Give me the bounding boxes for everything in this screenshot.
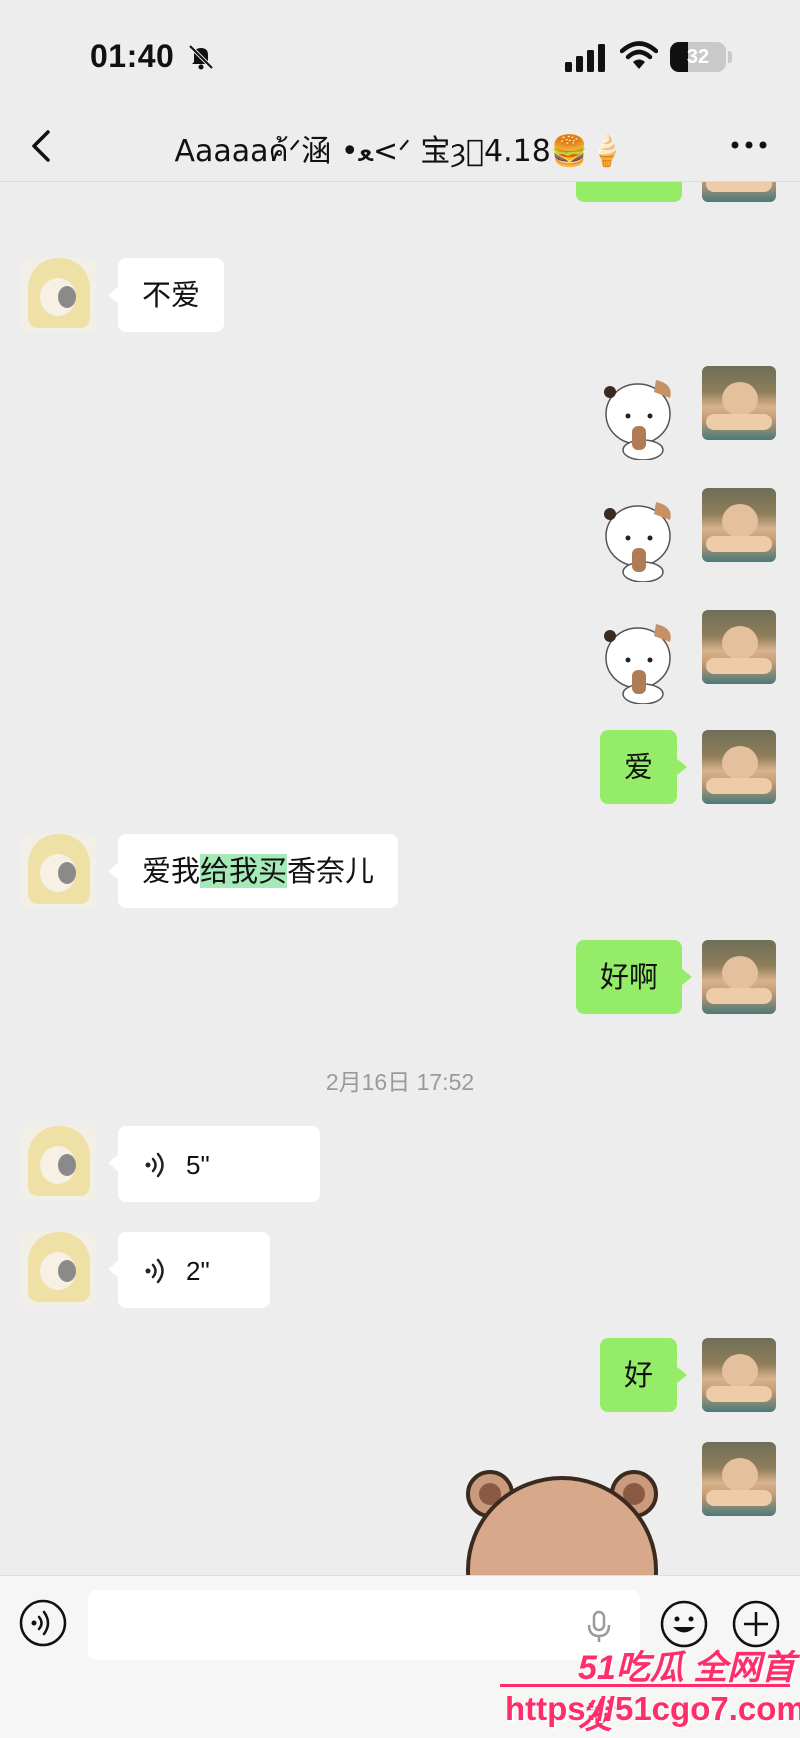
- avatar-eye: [58, 1154, 76, 1176]
- avatar[interactable]: [702, 610, 776, 684]
- avatar[interactable]: [702, 488, 776, 562]
- message-bubble[interactable]: 好啊: [576, 940, 693, 1014]
- avatar-arm: [706, 988, 772, 1004]
- avatar-eye: [58, 862, 76, 884]
- avatar-arm: [706, 658, 772, 674]
- message-input[interactable]: [88, 1590, 640, 1660]
- bell-off-icon: [188, 44, 214, 70]
- avatar[interactable]: [702, 730, 776, 804]
- message-bubble[interactable]: 好: [600, 1338, 688, 1412]
- battery-percentage: 32: [686, 46, 710, 68]
- status-time: 01:40: [90, 38, 175, 74]
- avatar[interactable]: [22, 834, 96, 908]
- avatar[interactable]: [702, 1338, 776, 1412]
- avatar[interactable]: [22, 1126, 96, 1200]
- microphone-icon[interactable]: [584, 1610, 614, 1644]
- avatar-face: [722, 382, 758, 416]
- chat-title: Aaaaaค้ᐟ涵 •ﻌ<ᐟ 宝ȝ゙4.18🍔🍦: [174, 134, 626, 169]
- avatar-arm: [706, 1386, 772, 1402]
- avatar-eye: [58, 286, 76, 308]
- watermark-url: https://51cgo7.com: [505, 1690, 800, 1727]
- avatar[interactable]: [702, 366, 776, 440]
- avatar-face: [722, 504, 758, 538]
- chevron-left-icon[interactable]: [22, 124, 62, 168]
- message-bubble[interactable]: 不爱: [107, 258, 225, 332]
- avatar-face: [722, 1354, 758, 1388]
- brown-bear-sticker[interactable]: [460, 1460, 660, 1575]
- message-list[interactable]: 爱你 不爱 爱: [0, 160, 800, 1575]
- avatar-arm: [706, 536, 772, 552]
- avatar-face: [722, 956, 758, 990]
- avatar-arm: [706, 1490, 772, 1506]
- avatar-eye: [58, 1260, 76, 1282]
- chat-header: Aaaaaค้ᐟ涵 •ﻌ<ᐟ 宝ȝ゙4.18🍔🍦: [0, 110, 800, 182]
- voice-wave-icon: [145, 1258, 164, 1284]
- voice-message[interactable]: 5": [108, 1126, 320, 1202]
- watermark-divider: [500, 1684, 790, 1687]
- avatar[interactable]: [702, 1442, 776, 1516]
- message-bubble[interactable]: 爱: [600, 730, 688, 804]
- avatar-arm: [706, 778, 772, 794]
- battery-cap: [728, 51, 732, 63]
- avatar[interactable]: [702, 940, 776, 1014]
- cellular-signal-icon: [565, 44, 605, 72]
- voice-message[interactable]: 2": [108, 1232, 270, 1308]
- message-bubble[interactable]: 爱我给我买香奈儿: [107, 834, 399, 908]
- more-dots-icon[interactable]: [724, 130, 774, 160]
- bear-sticker[interactable]: [598, 370, 688, 460]
- avatar[interactable]: [22, 1232, 96, 1306]
- message-text: 爱我: [142, 854, 201, 888]
- highlighted-text: 给我买: [200, 854, 288, 888]
- bear-sticker[interactable]: [598, 492, 688, 582]
- status-bar: 01:40 32: [0, 0, 800, 110]
- avatar-arm: [706, 414, 772, 430]
- avatar-face: [722, 746, 758, 780]
- battery-icon: 32: [670, 42, 726, 72]
- avatar-face: [722, 1458, 758, 1492]
- wifi-icon: [620, 41, 658, 69]
- voice-wave-icon: [145, 1152, 164, 1178]
- message-text: 香奈儿: [287, 854, 375, 888]
- voice-duration: 2": [186, 1256, 210, 1286]
- avatar[interactable]: [22, 258, 96, 332]
- message-timestamp: 2月16日 17:52: [325, 1069, 475, 1095]
- voice-duration: 5": [186, 1150, 210, 1180]
- voice-mode-icon[interactable]: [18, 1598, 68, 1648]
- avatar-face: [722, 626, 758, 660]
- bear-sticker[interactable]: [598, 614, 688, 704]
